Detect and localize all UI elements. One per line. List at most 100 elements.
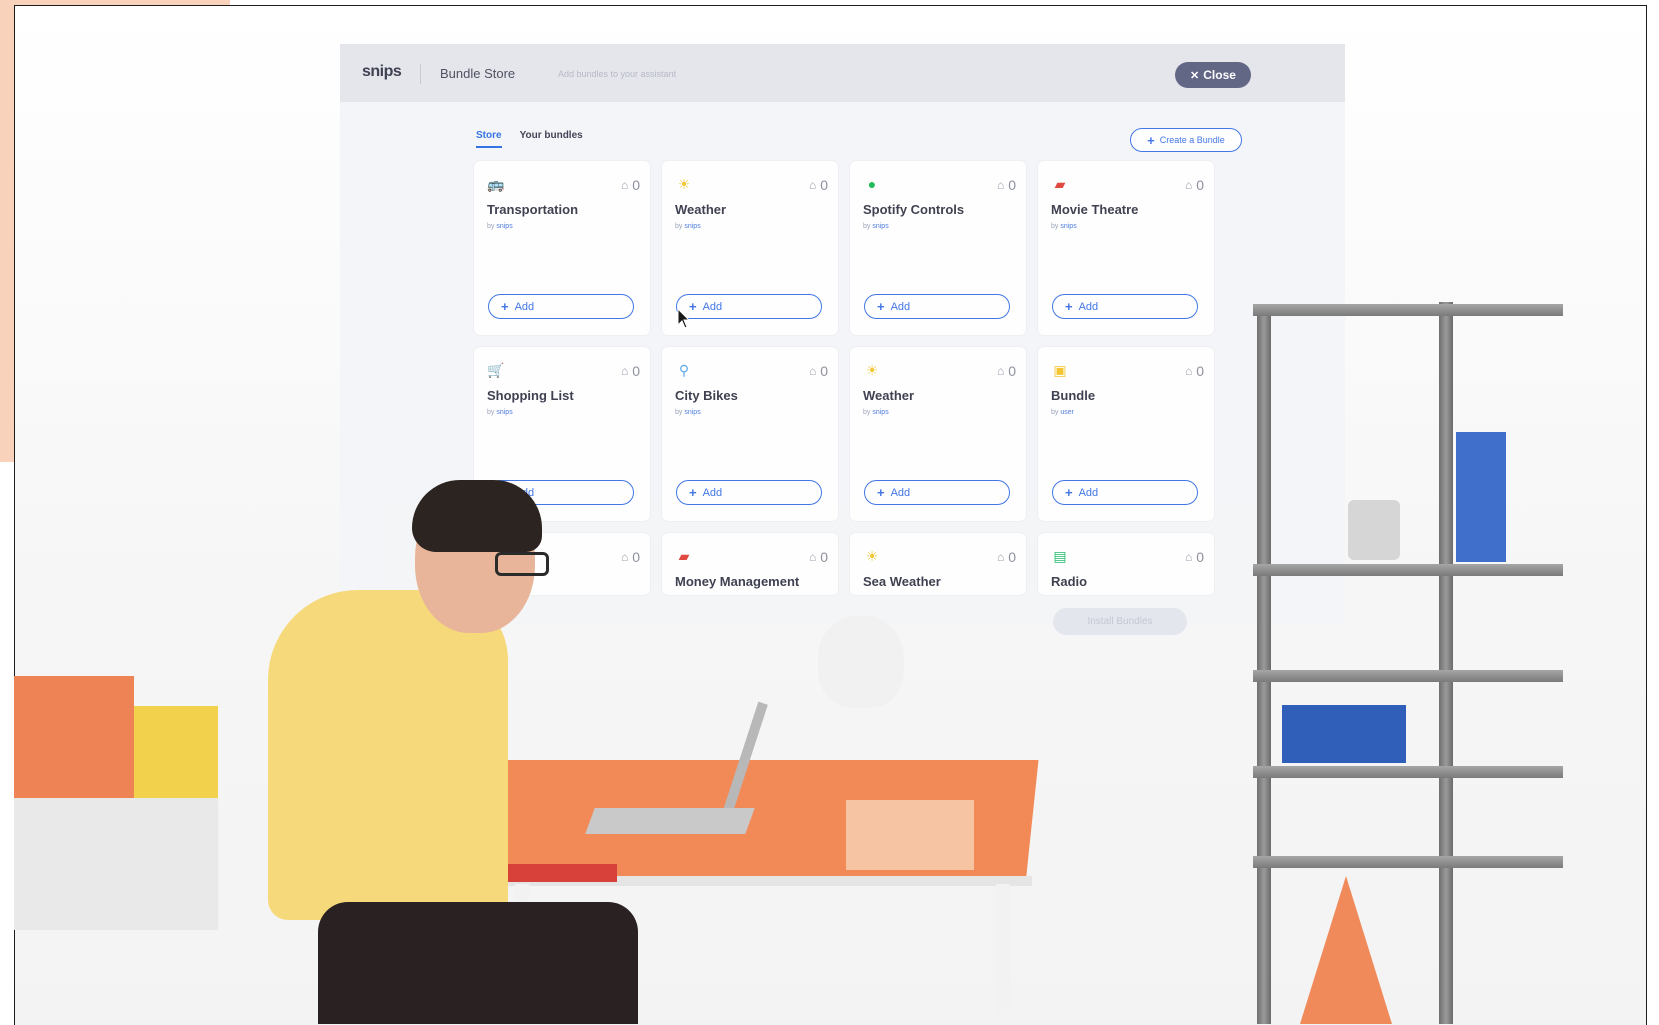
bundle-name: Weather <box>863 388 915 403</box>
bundle-card[interactable]: ▣ ⌂ 0 Bundle by user + Add <box>1038 347 1214 521</box>
install-count: ⌂ 0 <box>809 549 828 565</box>
tab-your-bundles[interactable]: Your bundles <box>520 130 583 148</box>
install-count-value: 0 <box>820 177 828 193</box>
plus-icon: + <box>877 485 885 500</box>
shelf-post <box>1439 302 1453 1024</box>
bundle-author: by snips <box>1051 223 1077 230</box>
robot-icon: ⌂ <box>808 550 817 564</box>
video-frame: snips Bundle Store Add bundles to your a… <box>0 0 1659 1025</box>
bundle-card[interactable]: ☀ ⌂ 0 Sea Weather <box>850 533 1026 595</box>
bundle-name: Radio <box>1051 574 1088 589</box>
bundle-card[interactable]: ☀ ⌂ 0 Weather by snips + Add <box>850 347 1026 521</box>
bundle-card[interactable]: ▤ ⌂ 0 Radio <box>1038 533 1214 595</box>
install-count-value: 0 <box>1008 363 1016 379</box>
plus-icon: + <box>877 299 885 314</box>
calendar-icon: ▣ <box>1053 362 1067 378</box>
desk-leg <box>996 884 1010 1014</box>
bundle-name: Spotify Controls <box>863 202 965 217</box>
install-count-value: 0 <box>1196 363 1204 379</box>
bundle-card[interactable]: ● ⌂ 0 Spotify Controls by snips + Add <box>850 161 1026 335</box>
person-pants <box>318 902 638 1024</box>
install-count: ⌂ 0 <box>809 363 828 379</box>
plus-icon: + <box>689 485 697 500</box>
add-label: Add <box>514 300 535 313</box>
add-bundle-button[interactable]: + Add <box>864 480 1010 505</box>
tab-store[interactable]: Store <box>476 130 502 148</box>
top-bar: snips Bundle Store Add bundles to your a… <box>340 44 1345 102</box>
install-count: ⌂ 0 <box>1185 177 1204 193</box>
speaker <box>1348 500 1400 560</box>
sun-icon: ☀ <box>865 362 879 378</box>
snips-logo[interactable]: snips <box>362 63 402 81</box>
bus-icon: 🚌 <box>487 176 505 192</box>
install-count-value: 0 <box>1196 549 1204 565</box>
install-count: ⌂ 0 <box>621 363 640 379</box>
bundle-author: by snips <box>675 223 701 230</box>
spotify-icon: ● <box>867 176 877 192</box>
tab-bar: Store Your bundles <box>476 130 583 148</box>
bundle-name: City Bikes <box>675 388 738 403</box>
robot-icon: ⌂ <box>1184 178 1193 192</box>
blue-binder <box>1456 432 1506 562</box>
plus-icon: + <box>1147 132 1155 148</box>
close-button[interactable]: ✕ Close <box>1175 62 1251 88</box>
sun-icon: ☀ <box>865 548 879 564</box>
plus-icon: + <box>1065 485 1073 500</box>
install-count-value: 0 <box>1008 549 1016 565</box>
bundle-name: Bundle <box>1051 388 1096 403</box>
add-label: Add <box>890 486 911 499</box>
bundle-card[interactable]: 🚌 ⌂ 0 Transportation by snips + Add <box>474 161 650 335</box>
bundle-card[interactable]: ▰ ⌂ 0 Money Management <box>662 533 838 595</box>
add-bundle-button[interactable]: +Add <box>676 480 822 505</box>
install-count-value: 0 <box>632 549 640 565</box>
plus-icon: + <box>1065 299 1073 314</box>
orange-cone <box>1300 876 1392 1024</box>
cart-icon: 🛒 <box>487 362 505 378</box>
install-count: ⌂ 0 <box>997 363 1016 379</box>
add-bundle-button[interactable]: + Add <box>864 294 1010 319</box>
divider <box>420 64 421 84</box>
bundle-author: by snips <box>487 223 513 230</box>
paper-holders <box>846 800 974 870</box>
page-subtitle: Add bundles to your assistant <box>558 69 677 79</box>
install-count: ⌂ 0 <box>809 177 828 193</box>
bundle-author: by snips <box>863 409 889 416</box>
wallet-icon: ▰ <box>678 548 690 564</box>
add-bundle-button[interactable]: +Add <box>488 294 634 319</box>
close-icon: ✕ <box>1190 69 1200 82</box>
add-label: Add <box>1078 486 1099 499</box>
shelf-board <box>1253 856 1563 868</box>
shelf-board <box>1253 670 1563 682</box>
create-bundle-button[interactable]: + Create a Bundle <box>1130 128 1242 152</box>
bundle-author: by snips <box>675 409 701 416</box>
bundle-author: by snips <box>487 409 513 416</box>
add-label: Add <box>1078 300 1099 313</box>
add-bundle-button[interactable]: +Add <box>676 294 822 319</box>
robot-icon: ⌂ <box>1184 364 1193 378</box>
robot-icon: ⌂ <box>620 550 629 564</box>
add-bundle-button[interactable]: + Add <box>1052 480 1198 505</box>
add-bundle-button[interactable]: + Add <box>1052 294 1198 319</box>
yellow-cabinet <box>134 706 218 798</box>
bike-icon: ⚲ <box>678 362 690 378</box>
mouse-cursor-icon <box>677 308 691 329</box>
person-hair <box>412 480 542 552</box>
bundle-author: by snips <box>863 223 889 230</box>
shelf-board <box>1253 766 1563 778</box>
add-label: Add <box>890 300 911 313</box>
bundle-name: Transportation <box>487 202 579 217</box>
bundle-card[interactable]: ▰ ⌂ 0 Movie Theatre by snips + Add <box>1038 161 1214 335</box>
robot-icon: ⌂ <box>996 550 1005 564</box>
bundle-card[interactable]: ⚲ ⌂ 0 City Bikes by snips + Add <box>662 347 838 521</box>
sun-icon: ☀ <box>677 176 691 192</box>
install-count: ⌂ 0 <box>1185 363 1204 379</box>
desk-lamp <box>818 616 904 708</box>
radio-icon: ▤ <box>1053 548 1067 564</box>
install-count: ⌂ 0 <box>997 177 1016 193</box>
install-count: ⌂ 0 <box>621 177 640 193</box>
shelf-board <box>1253 564 1563 576</box>
install-count-value: 0 <box>820 363 828 379</box>
install-bundles-button[interactable]: Install Bundles <box>1053 608 1187 635</box>
white-cabinet <box>14 798 218 930</box>
install-count: ⌂ 0 <box>621 549 640 565</box>
